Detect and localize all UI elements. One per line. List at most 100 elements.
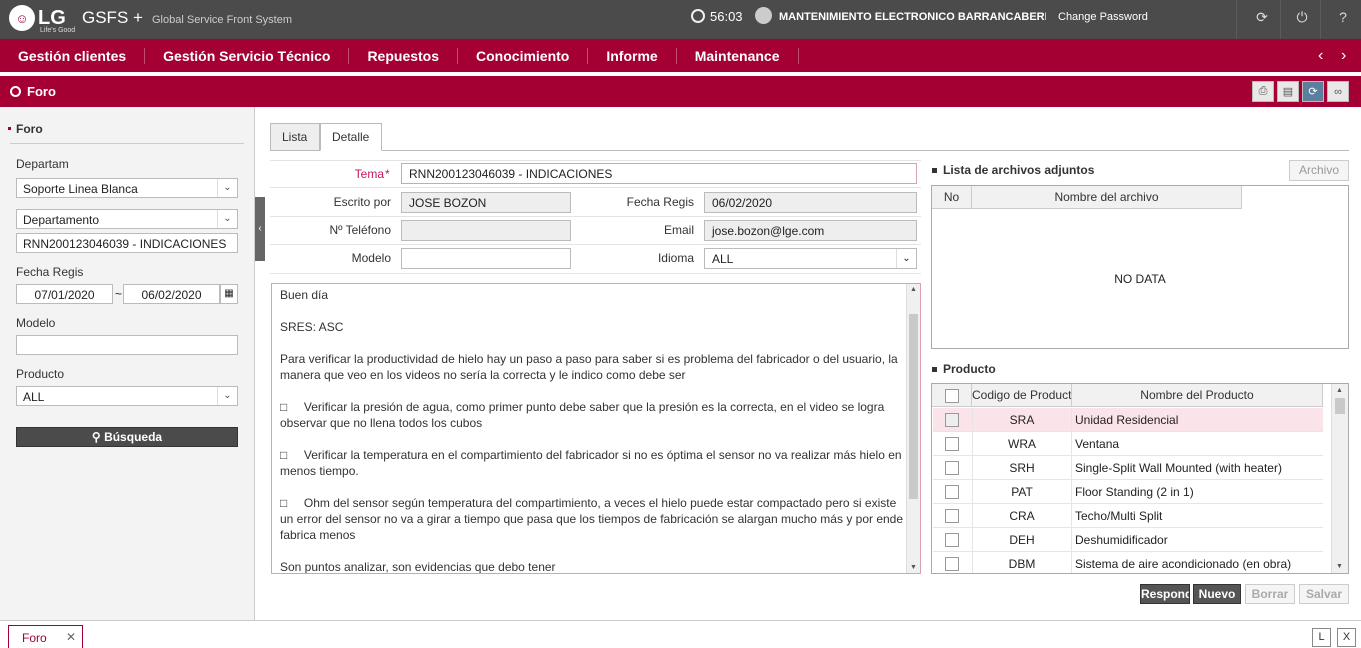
open-tab-foro[interactable]: Foro ✕ bbox=[8, 625, 83, 648]
idioma-select[interactable]: ALL ⌄ bbox=[704, 248, 917, 269]
bottom-tab-bar: Foro ✕ L X bbox=[0, 620, 1361, 648]
search-sidebar: Foro Departam Soporte Linea Blanca ⌄ Dep… bbox=[0, 107, 255, 620]
products-scrollbar[interactable]: ▲ ▼ bbox=[1331, 384, 1348, 573]
divider bbox=[270, 273, 921, 274]
producto-select[interactable]: ALL ⌄ bbox=[16, 386, 238, 406]
message-body-content: Buen día SRES: ASC Para verificar la pro… bbox=[280, 287, 905, 574]
date-to-input[interactable]: 06/02/2020 bbox=[123, 284, 220, 304]
modelo-label: Modelo bbox=[16, 316, 56, 330]
open-tab-label: Foro bbox=[22, 631, 47, 645]
nav-prev-icon[interactable]: ‹ bbox=[1318, 47, 1323, 65]
collapse-sidebar-icon[interactable]: ‹ bbox=[255, 197, 265, 261]
message-body-textarea[interactable]: Buen día SRES: ASC Para verificar la pro… bbox=[271, 283, 921, 574]
logo-tagline: Life's Good bbox=[40, 27, 76, 34]
body-paragraph: Buen día bbox=[280, 288, 329, 302]
scroll-up-icon[interactable]: ▲ bbox=[1336, 387, 1343, 394]
row-checkbox[interactable] bbox=[945, 461, 959, 475]
archivo-button[interactable]: Archivo bbox=[1289, 160, 1349, 181]
products-grid: Codigo de Producto Nombre del Producto S… bbox=[931, 383, 1349, 574]
refresh-icon[interactable]: ⟳ bbox=[1254, 9, 1270, 25]
new-button[interactable]: Nuevo bbox=[1193, 584, 1241, 604]
empty-message: NO DATA bbox=[1114, 272, 1166, 286]
nav-item-repuestos[interactable]: Repuestos bbox=[349, 47, 459, 64]
body-paragraph: Son puntos analizar, son evidencias que … bbox=[280, 560, 556, 574]
keyword-input[interactable]: RNN200123046039 - INDICACIONES bbox=[16, 233, 238, 253]
row-checkbox[interactable] bbox=[945, 413, 959, 427]
tema-input[interactable]: RNN200123046039 - INDICACIONES bbox=[401, 163, 917, 184]
product-code-cell: DEH bbox=[972, 528, 1072, 552]
nav-item-gestion-clientes[interactable]: Gestión clientes bbox=[0, 47, 146, 64]
table-row[interactable]: DEH Deshumidificador bbox=[933, 528, 1323, 552]
table-row[interactable]: PAT Floor Standing (2 in 1) bbox=[933, 480, 1323, 504]
change-password-link[interactable]: Change Password bbox=[1058, 11, 1148, 23]
nav-item-maintenance[interactable]: Maintenance bbox=[677, 47, 799, 64]
divider bbox=[10, 143, 244, 144]
scroll-down-icon[interactable]: ▼ bbox=[1336, 563, 1343, 570]
producto-value: ALL bbox=[23, 390, 45, 404]
chevron-down-icon: ⌄ bbox=[896, 249, 916, 268]
required-icon: * bbox=[385, 167, 390, 181]
scroll-thumb[interactable] bbox=[1335, 398, 1345, 414]
row-checkbox[interactable] bbox=[945, 485, 959, 499]
scroll-thumb[interactable] bbox=[909, 314, 918, 499]
divider bbox=[270, 187, 921, 188]
delete-button[interactable]: Borrar bbox=[1245, 584, 1295, 604]
col-no: No bbox=[932, 186, 972, 209]
search-button-label: Búsqueda bbox=[104, 430, 163, 444]
print-icon[interactable]: ⎙ bbox=[1252, 81, 1274, 102]
calendar-icon[interactable]: ▦ bbox=[220, 284, 238, 304]
page-title-bar: Foro ⎙ ▤ ⟳ ∞ bbox=[0, 76, 1361, 107]
row-checkbox[interactable] bbox=[945, 533, 959, 547]
scroll-down-icon[interactable]: ▼ bbox=[910, 564, 917, 571]
tab-detalle[interactable]: Detalle bbox=[320, 123, 382, 151]
table-row[interactable]: DBM Sistema de aire acondicionado (en obr… bbox=[933, 552, 1323, 573]
fecha-regis-label: Fecha Regis bbox=[626, 195, 694, 209]
close-icon[interactable]: ✕ bbox=[66, 630, 76, 644]
nav-item-gestion-servicio-tecnico[interactable]: Gestión Servicio Técnico bbox=[145, 47, 350, 64]
product-name-cell: Ventana bbox=[1075, 437, 1120, 451]
row-checkbox[interactable] bbox=[945, 509, 959, 523]
refresh-icon[interactable]: ⟳ bbox=[1302, 81, 1324, 102]
product-code-cell: SRH bbox=[972, 456, 1072, 480]
departamento-select[interactable]: Departamento ⌄ bbox=[16, 209, 238, 229]
date-from-input[interactable]: 07/01/2020 bbox=[16, 284, 113, 304]
table-row[interactable]: SRH Single-Split Wall Mounted (with heate… bbox=[933, 456, 1323, 480]
nav-next-icon[interactable]: › bbox=[1341, 47, 1346, 65]
nav-item-informe[interactable]: Informe bbox=[588, 47, 677, 64]
modelo-form-input[interactable] bbox=[401, 248, 571, 269]
table-row[interactable]: SRA Unidad Residencial bbox=[933, 408, 1323, 432]
product-name-cell: Techo/Multi Split bbox=[1075, 509, 1163, 523]
idioma-label: Idioma bbox=[657, 251, 694, 265]
row-checkbox[interactable] bbox=[945, 557, 959, 571]
nav-item-conocimiento[interactable]: Conocimiento bbox=[458, 47, 589, 64]
search-button[interactable]: ⚲ Búsqueda bbox=[16, 427, 238, 447]
main-nav: Gestión clientes Gestión Servicio Técnic… bbox=[0, 39, 1361, 72]
departam-value: Soporte Linea Blanca bbox=[23, 182, 138, 196]
power-icon[interactable]: ⏻ bbox=[1294, 9, 1310, 25]
fecha-regis-field: 06/02/2020 bbox=[704, 192, 917, 213]
email-field: jose.bozon@lge.com bbox=[704, 220, 917, 241]
excel-icon[interactable]: ▤ bbox=[1277, 81, 1299, 102]
product-name-cell: Floor Standing (2 in 1) bbox=[1075, 485, 1194, 499]
departam-select[interactable]: Soporte Linea Blanca ⌄ bbox=[16, 178, 238, 198]
respond-button[interactable]: Responder bbox=[1140, 584, 1190, 604]
tab-lista[interactable]: Lista bbox=[270, 123, 320, 151]
link-icon[interactable]: ∞ bbox=[1327, 81, 1349, 102]
textarea-scrollbar[interactable]: ▲ ▼ bbox=[906, 284, 920, 573]
table-row[interactable]: WRA Ventana bbox=[933, 432, 1323, 456]
scroll-up-icon[interactable]: ▲ bbox=[910, 286, 917, 293]
close-all-tabs-button[interactable]: X bbox=[1337, 628, 1356, 647]
user-avatar-icon bbox=[755, 7, 772, 24]
help-icon[interactable]: ? bbox=[1335, 9, 1351, 25]
divider bbox=[270, 244, 921, 245]
row-checkbox[interactable] bbox=[945, 437, 959, 451]
sidebar-title: Foro bbox=[8, 122, 43, 136]
col-product-code: Codigo de Producto bbox=[972, 384, 1072, 407]
save-button[interactable]: Salvar bbox=[1299, 584, 1349, 604]
tab-list-button[interactable]: L bbox=[1312, 628, 1331, 647]
email-label: Email bbox=[663, 223, 694, 237]
modelo-input[interactable] bbox=[16, 335, 238, 355]
table-row[interactable]: CRA Techo/Multi Split bbox=[933, 504, 1323, 528]
select-all-checkbox[interactable] bbox=[944, 388, 959, 403]
escrito-field: JOSE BOZON bbox=[401, 192, 571, 213]
